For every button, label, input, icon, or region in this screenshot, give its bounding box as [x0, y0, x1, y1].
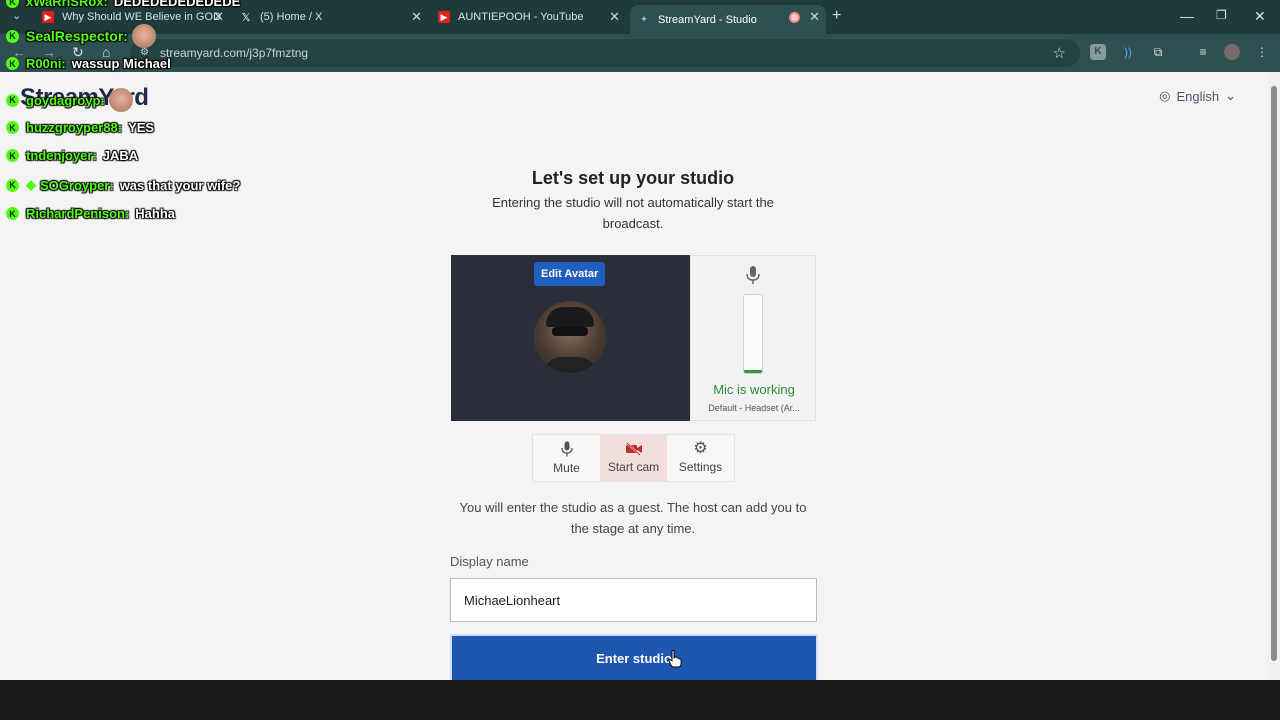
tab-4-active[interactable]: ✦ StreamYard - Studio ✕	[630, 5, 826, 34]
emote-face-icon	[108, 88, 133, 112]
close-tab-icon[interactable]: ✕	[809, 9, 820, 25]
hand-cursor-icon	[668, 650, 682, 668]
close-tab-icon[interactable]: ✕	[411, 9, 422, 25]
start-cam-button[interactable]: Start cam	[600, 435, 667, 481]
display-name-label: Display name	[450, 554, 529, 569]
page-title: Let's set up your studio	[531, 168, 735, 188]
language-selector[interactable]: ◎ English ⌄	[1159, 88, 1236, 104]
chevron-down-icon: ⌄	[1225, 88, 1236, 103]
chat-username: SealRespector:	[26, 28, 128, 44]
profile-avatar[interactable]	[1224, 44, 1240, 60]
mic-device-name: Default - Headset (Ar...	[708, 403, 800, 413]
x-icon: 𝕏	[241, 11, 251, 24]
microphone-icon	[560, 441, 573, 457]
mute-label: Mute	[553, 461, 580, 475]
chat-username: huzzgroyper88:	[26, 120, 123, 135]
chat-line: K RichardPenison: Hahha	[6, 206, 175, 221]
chat-message: DEDEDEDEDEDEDE	[113, 0, 241, 9]
chat-username: goydagroyp:	[26, 92, 105, 108]
tab-search-chevron-icon[interactable]: ⌄	[12, 9, 21, 22]
kick-badge-icon: K	[6, 149, 19, 162]
kick-badge-icon: K	[6, 93, 19, 107]
chat-username: RichardPenison:	[26, 206, 130, 221]
chat-username: SOGroyper:	[40, 177, 114, 193]
minimize-icon[interactable]: —	[1180, 8, 1194, 24]
tab-title: Why Should WE Believe in GOD	[62, 11, 221, 23]
bookmark-star-icon[interactable]: ☆	[1053, 44, 1066, 62]
tab-3[interactable]: ▶ AUNTIEPOOH - YouTube ✕	[430, 5, 626, 29]
address-bar: ← → ↻ ⌂ ⚙ streamyard.com/j3p7fmztng ☆ K …	[0, 34, 1280, 72]
start-cam-label: Start cam	[607, 460, 660, 474]
chat-line: K ◆ SOGroyper: was that your wife?	[6, 177, 240, 193]
chat-message: was that your wife?	[119, 177, 241, 193]
camera-off-icon	[625, 442, 642, 456]
microphone-icon	[746, 266, 760, 284]
kick-badge-icon: K	[6, 121, 19, 134]
settings-label: Settings	[678, 460, 723, 474]
url-omnibox[interactable]: ⚙ streamyard.com/j3p7fmztng ☆	[130, 39, 1080, 67]
language-label: English	[1176, 88, 1220, 104]
restore-icon[interactable]: ❐	[1216, 8, 1227, 22]
gear-icon: ⚙	[693, 440, 708, 457]
chat-username: xWaRriSRox:	[26, 0, 108, 9]
kick-badge-icon: K	[6, 29, 19, 43]
youtube-icon: ▶	[42, 11, 54, 23]
chat-username: tndenjoyer:	[26, 148, 97, 163]
media-controls-icon[interactable]: ≡	[1195, 44, 1211, 60]
page-subtitle: Entering the studio will not automatical…	[492, 195, 774, 231]
camera-preview: Edit Avatar	[451, 255, 690, 421]
streamyard-icon: ✦	[640, 14, 648, 24]
close-tab-icon[interactable]: ✕	[213, 9, 224, 25]
extension-k-icon[interactable]: K	[1090, 44, 1106, 60]
diamond-badge-icon: ◆	[26, 177, 36, 192]
mic-status: Mic is working	[713, 382, 795, 397]
taskbar-strip	[0, 680, 1280, 720]
edit-avatar-button[interactable]: Edit Avatar	[534, 262, 606, 286]
chat-line: K SealRespector:	[6, 24, 156, 48]
tab-title: (5) Home / X	[260, 11, 323, 23]
tab-2[interactable]: 𝕏 (5) Home / X ✕	[232, 5, 428, 29]
globe-icon: ◎	[1159, 88, 1171, 103]
page-scrollbar[interactable]	[1268, 72, 1280, 680]
emote-face-icon	[131, 24, 156, 48]
mic-level-meter	[743, 294, 763, 374]
close-tab-icon[interactable]: ✕	[609, 9, 620, 25]
browser-menu-icon[interactable]: ⋮	[1254, 44, 1270, 60]
scrollbar-thumb[interactable]	[1271, 86, 1277, 661]
chat-message: JABA	[102, 148, 139, 163]
extensions-puzzle-icon[interactable]: ⧉	[1150, 44, 1166, 60]
media-controls: Mute Start cam ⚙ Settings	[532, 434, 735, 482]
mute-button[interactable]: Mute	[533, 435, 600, 481]
extension-audio-icon[interactable]: ))	[1120, 44, 1136, 60]
chat-username: R00ni:	[26, 56, 66, 71]
chat-line: K R00ni: wassup Michael	[6, 56, 171, 71]
kick-badge-icon: K	[6, 178, 19, 192]
studio-setup-page: StreamYard ◎ English ⌄ Let's set up your…	[0, 72, 1268, 680]
recording-indicator-icon	[789, 12, 800, 23]
youtube-icon: ▶	[438, 11, 450, 23]
screen: ⌄ ▶ Why Should WE Believe in GOD ✕ 𝕏 (5)…	[0, 0, 1280, 720]
avatar	[534, 301, 606, 373]
mic-level-fill	[744, 369, 762, 373]
new-tab-icon[interactable]: +	[832, 7, 841, 25]
kick-badge-icon: K	[6, 207, 19, 220]
display-name-field[interactable]	[450, 578, 817, 622]
kick-badge-icon: K	[6, 57, 19, 70]
chat-message: YES	[128, 120, 155, 135]
chat-line: K goydagroyp:	[6, 88, 133, 112]
chat-line: K xWaRriSRox: DEDEDEDEDEDEDE	[6, 0, 240, 9]
mic-check-panel: Mic is working Default - Headset (Ar...	[690, 255, 816, 421]
chat-message: wassup Michael	[71, 56, 171, 71]
url-text: streamyard.com/j3p7fmztng	[160, 46, 309, 60]
guest-message: You will enter the studio as a guest. Th…	[459, 500, 807, 536]
enter-studio-button[interactable]: Enter studio	[450, 634, 818, 680]
tab-title: AUNTIEPOOH - YouTube	[458, 11, 584, 23]
close-window-icon[interactable]: ✕	[1254, 8, 1266, 25]
chat-message: Hahha	[135, 206, 176, 221]
chat-line: K tndenjoyer: JABA	[6, 148, 138, 163]
kick-badge-icon: K	[6, 0, 19, 8]
chat-line: K huzzgroyper88: YES	[6, 120, 154, 135]
settings-button[interactable]: ⚙ Settings	[667, 435, 734, 481]
tab-title: StreamYard - Studio	[658, 13, 757, 26]
